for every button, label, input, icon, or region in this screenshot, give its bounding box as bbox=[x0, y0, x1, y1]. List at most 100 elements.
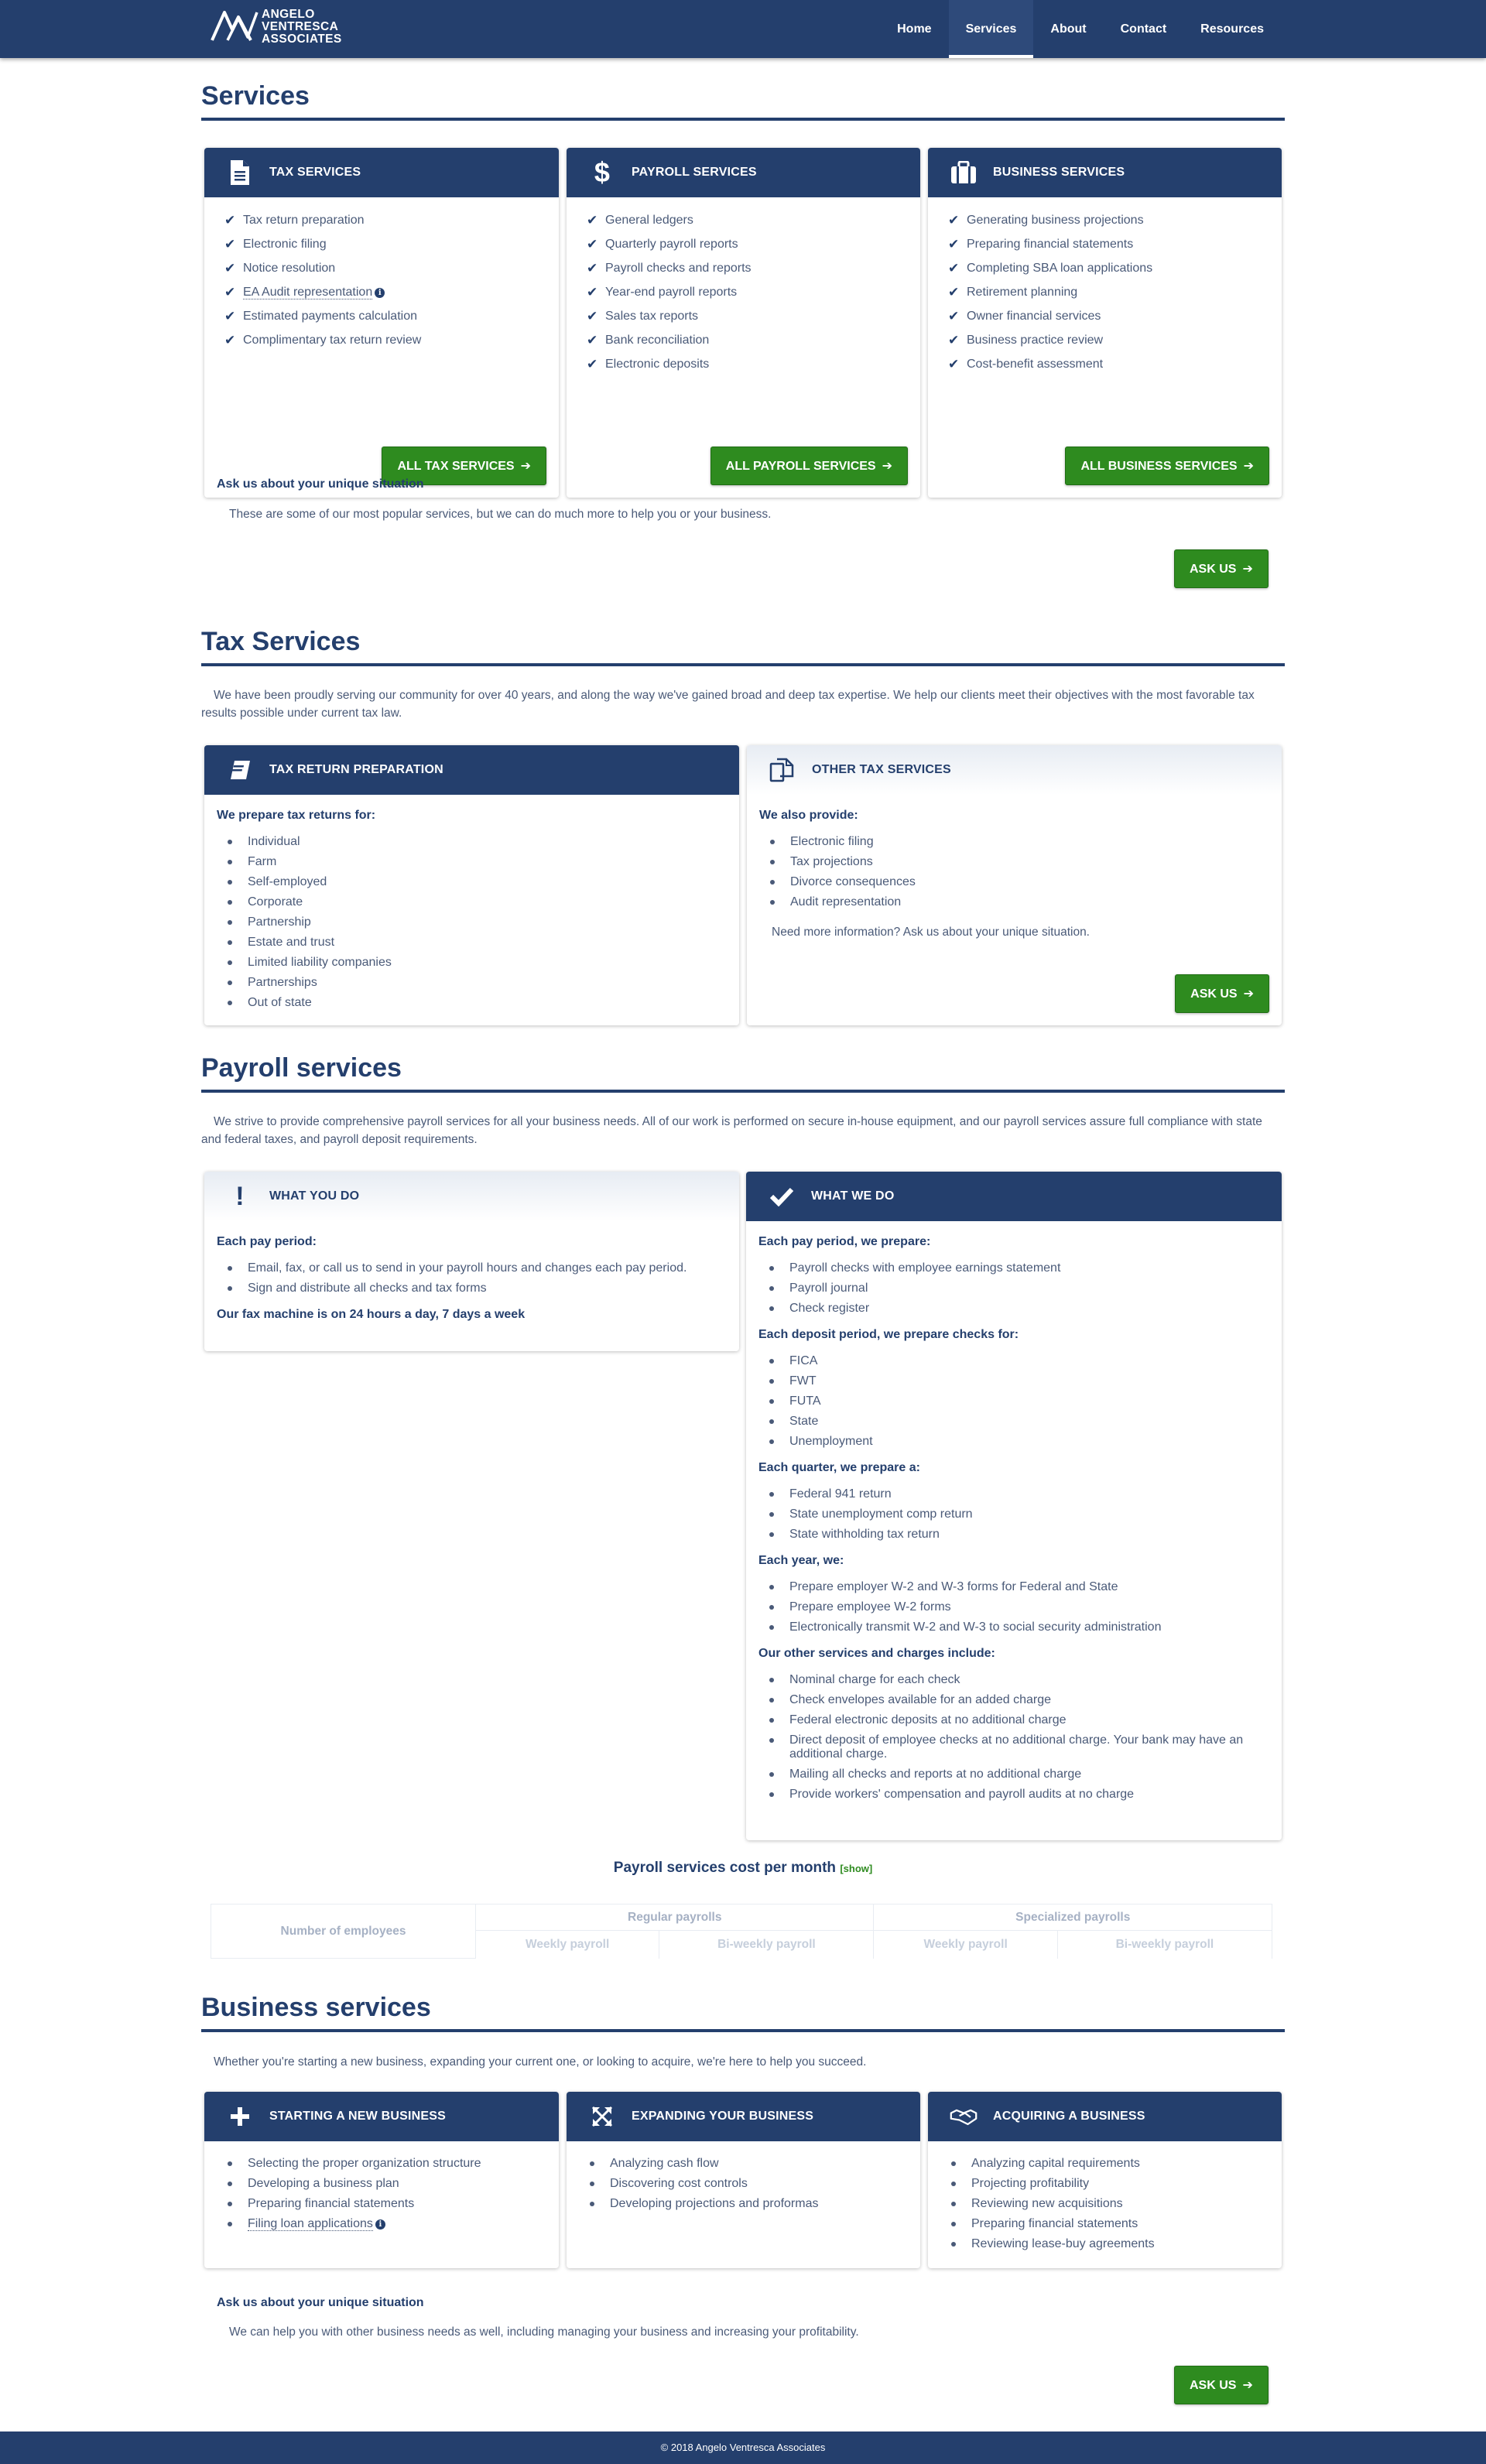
list-item: Owner financial services bbox=[948, 309, 1282, 333]
list-item: Mailing all checks and reports at no add… bbox=[768, 1764, 1251, 1785]
ask-us-button[interactable]: ASK US ➔ bbox=[1174, 2366, 1269, 2404]
list-item: Reviewing lease-buy agreements bbox=[950, 2234, 1282, 2254]
other-subhead: We also provide: bbox=[759, 809, 858, 822]
list-item: Selecting the proper organization struct… bbox=[226, 2154, 559, 2174]
list-item: Retirement planning bbox=[948, 285, 1282, 309]
list-item: Corporate bbox=[226, 892, 739, 912]
list-item: State unemployment comp return bbox=[768, 1504, 1282, 1525]
group-list: FICA FWT FUTA State Unemployment bbox=[746, 1351, 1282, 1452]
ask-us-button[interactable]: ASK US ➔ bbox=[1175, 974, 1269, 1013]
you-subhead: Each pay period: bbox=[217, 1235, 317, 1248]
brand-logo[interactable]: ANGELO VENTRESCA ASSOCIATES bbox=[211, 6, 342, 46]
tax-return-preparation-card: TAX RETURN PREPARATION We prepare tax re… bbox=[204, 745, 739, 1025]
list-item: Divorce consequences bbox=[769, 872, 1282, 892]
card-title: WHAT YOU DO bbox=[269, 1189, 360, 1203]
card-header: $ PAYROLL SERVICES bbox=[567, 148, 920, 197]
exclamation-icon: ! bbox=[235, 1181, 245, 1211]
list-item: Sign and distribute all checks and tax f… bbox=[226, 1278, 739, 1299]
list-item: Prepare employer W-2 and W-3 forms for F… bbox=[768, 1577, 1282, 1597]
acquiring-business-card: ACQUIRING A BUSINESS Analyzing capital r… bbox=[928, 2092, 1282, 2268]
check-list: General ledgers Quarterly payroll report… bbox=[567, 197, 920, 381]
card-title: BUSINESS SERVICES bbox=[993, 166, 1125, 179]
card-header: OTHER TAX SERVICES bbox=[747, 745, 1282, 795]
arrow-right-icon: ➔ bbox=[1243, 987, 1254, 1001]
list-item: Farm bbox=[226, 852, 739, 872]
button-label: ASK US bbox=[1190, 563, 1237, 576]
col-employees-header: Number of employees bbox=[211, 1904, 476, 1959]
nav-about[interactable]: About bbox=[1033, 0, 1103, 58]
col-weekly-header: Weekly payroll bbox=[873, 1930, 1058, 1959]
expand-icon bbox=[588, 2103, 616, 2130]
expanding-list: Analyzing cash flow Discovering cost con… bbox=[567, 2154, 920, 2214]
group-subhead: Each pay period, we prepare: bbox=[758, 1235, 931, 1248]
list-item: Bank reconciliation bbox=[587, 333, 920, 357]
business-services-card: BUSINESS SERVICES Generating business pr… bbox=[928, 148, 1282, 498]
filing-loan-link[interactable]: Filing loan applications bbox=[248, 2217, 373, 2231]
col-biweekly-header: Bi-weekly payroll bbox=[659, 1930, 875, 1959]
business-ask-heading: Ask us about your unique situation bbox=[217, 2296, 424, 2309]
show-toggle-link[interactable]: [show] bbox=[840, 1863, 872, 1874]
other-tax-services-card: OTHER TAX SERVICES We also provide: Elec… bbox=[747, 745, 1282, 1025]
list-item: Check envelopes available for an added c… bbox=[768, 1690, 1251, 1710]
card-header: BUSINESS SERVICES bbox=[928, 148, 1282, 197]
copy-documents-icon bbox=[769, 756, 796, 784]
col-weekly-header: Weekly payroll bbox=[474, 1930, 660, 1959]
business-intro: Whether you're starting a new business, … bbox=[214, 2055, 867, 2069]
list-item: General ledgers bbox=[587, 213, 920, 237]
list-item: Partnership bbox=[226, 912, 739, 933]
card-title: PAYROLL SERVICES bbox=[632, 166, 757, 179]
card-title: TAX RETURN PREPARATION bbox=[269, 763, 443, 776]
list-item: Unemployment bbox=[768, 1432, 1282, 1452]
button-label: ASK US bbox=[1190, 987, 1238, 1001]
list-item: Federal 941 return bbox=[768, 1484, 1282, 1504]
arrow-right-icon: ➔ bbox=[882, 460, 892, 473]
list-item: Estimated payments calculation bbox=[224, 309, 559, 333]
group-list: Federal 941 return State unemployment co… bbox=[746, 1484, 1282, 1545]
list-item: Preparing financial statements bbox=[226, 2194, 559, 2214]
payroll-intro: We strive to provide comprehensive payro… bbox=[201, 1115, 1262, 1146]
brand-line-3: ASSOCIATES bbox=[262, 33, 342, 46]
all-payroll-services-button[interactable]: ALL PAYROLL SERVICES ➔ bbox=[710, 447, 908, 485]
card-header: TAX RETURN PREPARATION bbox=[204, 745, 739, 795]
group-list: Payroll checks with employee earnings st… bbox=[746, 1258, 1282, 1319]
list-item: Complimentary tax return review bbox=[224, 333, 559, 357]
list-item: Developing a business plan bbox=[226, 2174, 559, 2194]
check-list: Generating business projections Preparin… bbox=[928, 197, 1282, 381]
list-item: Completing SBA loan applications bbox=[948, 261, 1282, 285]
nav-resources[interactable]: Resources bbox=[1183, 0, 1281, 58]
main-nav: Home Services About Contact Resources bbox=[880, 0, 1281, 58]
list-item: Electronic filing bbox=[769, 832, 1282, 852]
nav-home[interactable]: Home bbox=[880, 0, 948, 58]
button-label: ALL BUSINESS SERVICES bbox=[1080, 460, 1238, 473]
info-icon[interactable]: i bbox=[375, 288, 385, 298]
card-header: ACQUIRING A BUSINESS bbox=[928, 2092, 1282, 2141]
list-item: Check register bbox=[768, 1299, 1282, 1319]
list-item: Quarterly payroll reports bbox=[587, 237, 920, 261]
list-item: Audit representation bbox=[769, 892, 1282, 912]
nav-services[interactable]: Services bbox=[948, 0, 1034, 58]
arrow-right-icon: ➔ bbox=[520, 460, 531, 473]
list-item: Provide workers' compensation and payrol… bbox=[768, 1785, 1251, 1805]
list-item: Self-employed bbox=[226, 872, 739, 892]
col-biweekly-header: Bi-weekly payroll bbox=[1056, 1930, 1273, 1959]
other-list: Electronic filing Tax projections Divorc… bbox=[747, 832, 1282, 912]
card-header: WHAT WE DO bbox=[746, 1172, 1282, 1221]
all-business-services-button[interactable]: ALL BUSINESS SERVICES ➔ bbox=[1065, 447, 1269, 485]
business-services-title: Business services bbox=[201, 1993, 1285, 2032]
card-title: OTHER TAX SERVICES bbox=[812, 763, 951, 776]
tax-intro: We have been proudly serving our communi… bbox=[201, 689, 1255, 720]
ask-us-button[interactable]: ASK US ➔ bbox=[1174, 549, 1269, 588]
nav-contact[interactable]: Contact bbox=[1104, 0, 1184, 58]
document-icon bbox=[226, 159, 254, 187]
list-item: Electronic deposits bbox=[587, 357, 920, 381]
list-item: Individual bbox=[226, 832, 739, 852]
info-icon[interactable]: i bbox=[375, 2219, 385, 2230]
card-title: STARTING A NEW BUSINESS bbox=[269, 2110, 447, 2123]
business-ask-text: We can help you with other business need… bbox=[229, 2325, 859, 2339]
card-title: WHAT WE DO bbox=[811, 1189, 895, 1203]
tax-services-title: Tax Services bbox=[201, 627, 1285, 666]
card-title: TAX SERVICES bbox=[269, 166, 361, 179]
prep-subhead: We prepare tax returns for: bbox=[217, 809, 376, 822]
list-item: Federal electronic deposits at no additi… bbox=[768, 1710, 1251, 1730]
ea-audit-link[interactable]: EA Audit representation bbox=[243, 286, 373, 299]
